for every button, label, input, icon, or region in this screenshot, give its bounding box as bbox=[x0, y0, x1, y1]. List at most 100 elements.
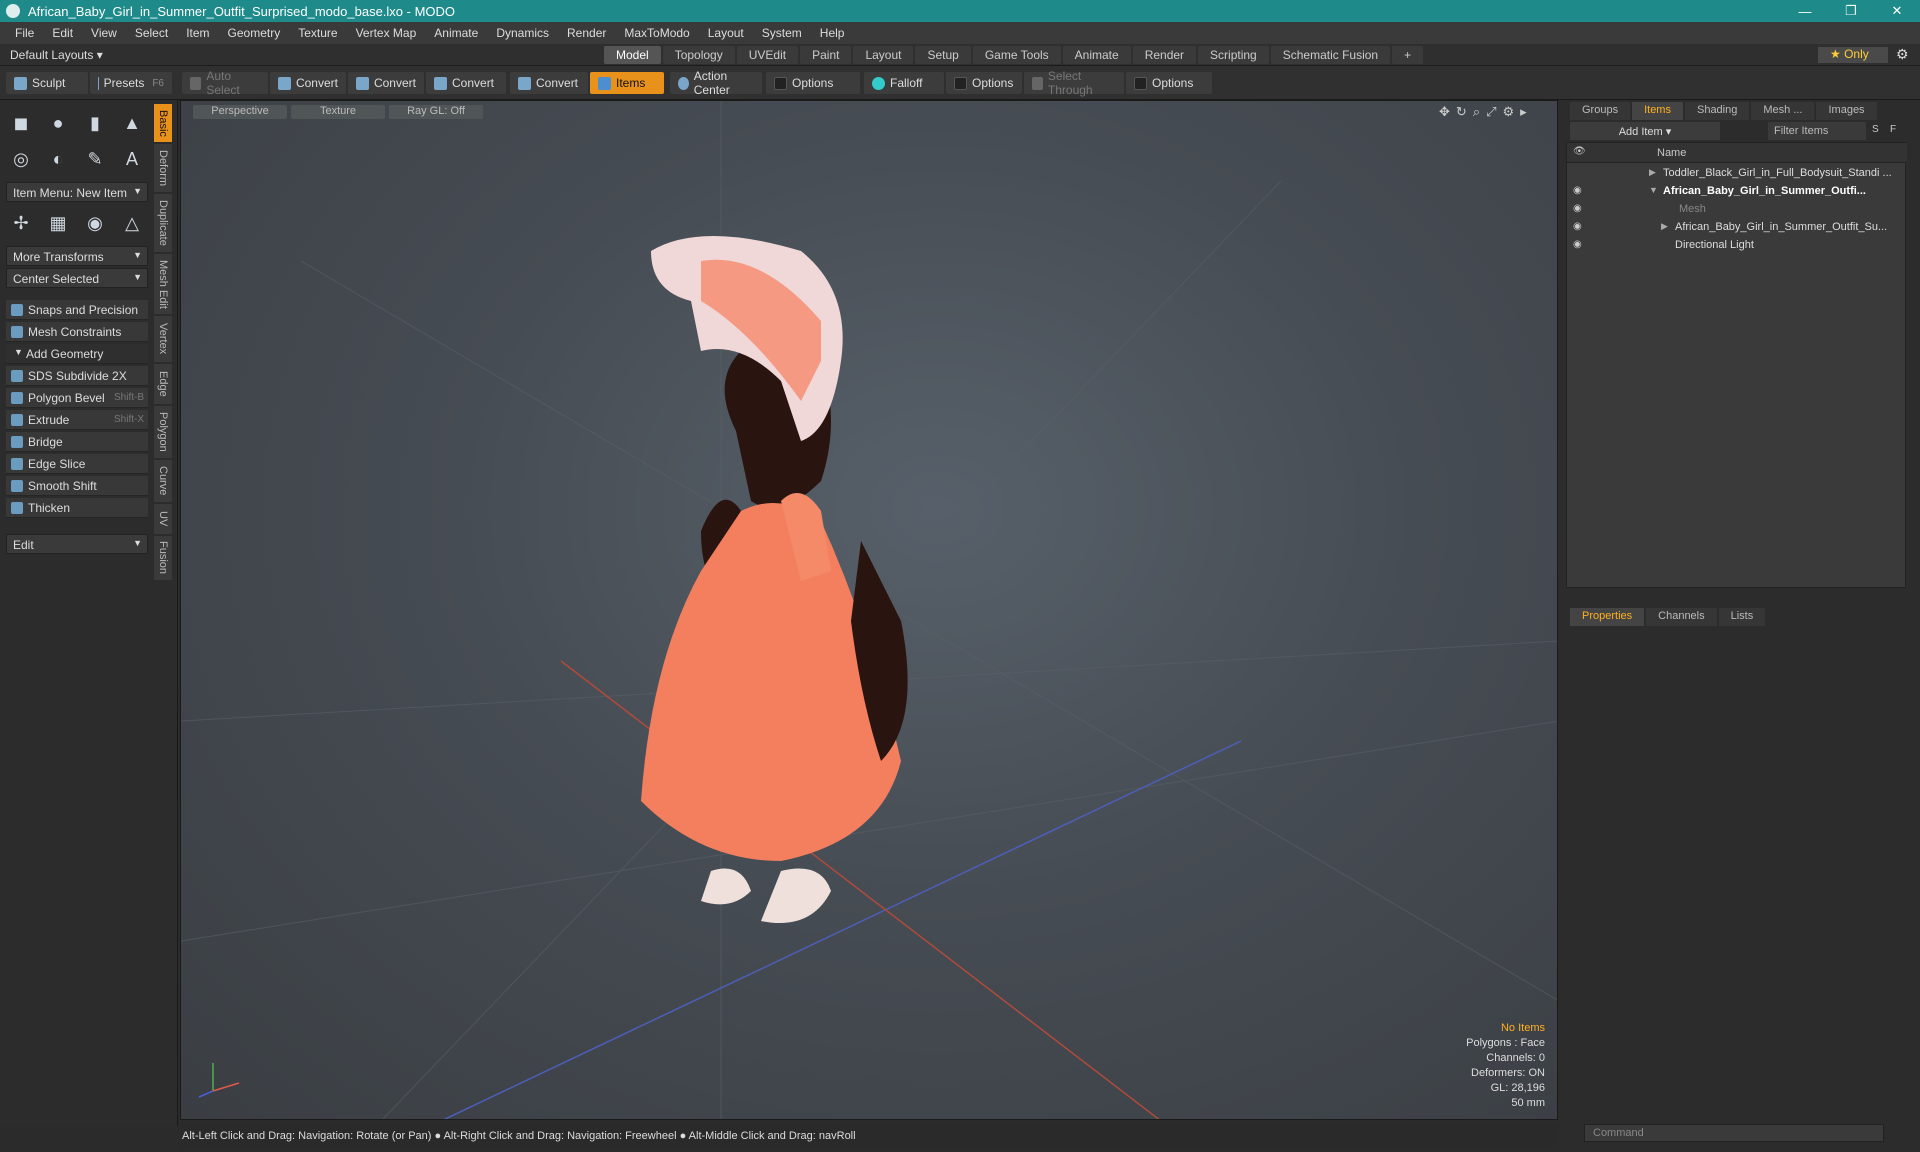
vtab-polygon[interactable]: Polygon bbox=[154, 406, 172, 458]
list-item[interactable]: ▶ Toddler_Black_Girl_in_Full_Bodysuit_St… bbox=[1567, 165, 1907, 183]
gear-icon[interactable]: ⚙ bbox=[1896, 46, 1909, 63]
tab-game-tools[interactable]: Game Tools bbox=[972, 46, 1061, 64]
convert-vertices-button[interactable]: Convert bbox=[270, 72, 346, 94]
more-transforms-dropdown[interactable]: More Transforms ▼ bbox=[6, 246, 148, 266]
grid-icon[interactable]: ▦ bbox=[43, 208, 73, 238]
select-through-button[interactable]: Select Through bbox=[1024, 69, 1124, 97]
f-button[interactable]: F bbox=[1890, 124, 1896, 135]
menu-layout[interactable]: Layout bbox=[699, 26, 753, 40]
close-button[interactable]: ✕ bbox=[1874, 0, 1920, 22]
3d-viewport[interactable]: Perspective Texture Ray GL: Off ✥↻⌕⤢⚙▸ N… bbox=[180, 100, 1558, 1120]
add-item-dropdown[interactable]: Add Item ▾ bbox=[1570, 122, 1720, 140]
tab-groups[interactable]: Groups bbox=[1570, 102, 1631, 120]
torus-icon[interactable]: ◎ bbox=[6, 144, 36, 174]
texture-button[interactable]: Texture bbox=[291, 105, 385, 119]
zoom-icon[interactable]: ⌕ bbox=[1473, 104, 1486, 119]
tab-items[interactable]: Items bbox=[1632, 102, 1683, 120]
convert-edges-button[interactable]: Convert bbox=[348, 72, 424, 94]
sculpt-button[interactable]: Sculpt bbox=[6, 72, 88, 94]
cylinder-icon[interactable]: ▮ bbox=[80, 108, 110, 138]
tab-scripting[interactable]: Scripting bbox=[1198, 46, 1269, 64]
smooth-shift-button[interactable]: Smooth Shift bbox=[6, 476, 148, 496]
list-item[interactable]: ◉ ▶ African_Baby_Girl_in_Summer_Outfit_S… bbox=[1567, 219, 1907, 237]
pen-icon[interactable]: ✎ bbox=[80, 144, 110, 174]
menu-maxtomodo[interactable]: MaxToModo bbox=[615, 26, 698, 40]
thicken-button[interactable]: Thicken bbox=[6, 498, 148, 518]
menu-file[interactable]: File bbox=[6, 26, 43, 40]
tab-images[interactable]: Images bbox=[1816, 102, 1877, 120]
add-geometry-header[interactable]: ▼ Add Geometry bbox=[6, 344, 148, 364]
tab-uvedit[interactable]: UVEdit bbox=[736, 46, 799, 64]
cube-icon[interactable]: ◼ bbox=[6, 108, 36, 138]
menu-select[interactable]: Select bbox=[126, 26, 177, 40]
menu-vertex-map[interactable]: Vertex Map bbox=[347, 26, 426, 40]
bridge-button[interactable]: Bridge bbox=[6, 432, 148, 452]
visibility-icon[interactable]: ◉ bbox=[1573, 239, 1582, 250]
vtab-fusion[interactable]: Fusion bbox=[154, 536, 172, 580]
vtab-vertex[interactable]: Vertex bbox=[154, 316, 172, 362]
menu-animate[interactable]: Animate bbox=[425, 26, 487, 40]
vtab-deform[interactable]: Deform bbox=[154, 144, 172, 192]
default-layouts-dropdown[interactable]: Default Layouts ▾ bbox=[10, 48, 103, 62]
presets-button[interactable]: Presets F6 bbox=[90, 72, 172, 94]
sds-subdivide-button[interactable]: SDS Subdivide 2X bbox=[6, 366, 148, 386]
cone-icon[interactable]: ▲ bbox=[117, 108, 147, 138]
expand-icon[interactable]: ▶ bbox=[1649, 167, 1656, 178]
move-icon[interactable]: ✥ bbox=[1439, 104, 1456, 119]
raygl-button[interactable]: Ray GL: Off bbox=[389, 105, 483, 119]
globe-icon[interactable]: ◉ bbox=[80, 208, 110, 238]
tab-lists[interactable]: Lists bbox=[1718, 608, 1766, 626]
expand-icon[interactable]: ▶ bbox=[1661, 221, 1668, 232]
menu-item[interactable]: Item bbox=[177, 26, 218, 40]
convert-polygons-button[interactable]: Convert bbox=[426, 72, 506, 94]
transform-icon[interactable]: ✢ bbox=[6, 208, 36, 238]
extrude-button[interactable]: Extrude Shift-X bbox=[6, 410, 148, 430]
filter-items-input[interactable]: Filter Items bbox=[1768, 122, 1866, 140]
menu-view[interactable]: View bbox=[82, 26, 126, 40]
visibility-icon[interactable]: ◉ bbox=[1573, 221, 1582, 232]
menu-system[interactable]: System bbox=[753, 26, 811, 40]
tube-icon[interactable]: ◐ bbox=[43, 144, 73, 174]
visibility-icon[interactable]: ◉ bbox=[1573, 203, 1582, 214]
vtab-duplicate[interactable]: Duplicate bbox=[154, 194, 172, 252]
item-menu-dropdown[interactable]: Item Menu: New Item ▼ bbox=[6, 182, 148, 202]
list-item[interactable]: ◉ Directional Light bbox=[1567, 237, 1907, 255]
tab-mesh[interactable]: Mesh ... bbox=[1751, 102, 1815, 120]
options-button[interactable]: Options bbox=[766, 72, 860, 94]
tab-model[interactable]: Model bbox=[604, 46, 661, 64]
tab-channels[interactable]: Channels bbox=[1646, 608, 1717, 626]
restore-button[interactable]: ❐ bbox=[1828, 0, 1874, 22]
command-input[interactable]: Command bbox=[1584, 1124, 1884, 1142]
mesh-constraints-button[interactable]: Mesh Constraints bbox=[6, 322, 148, 342]
select-options-button[interactable]: Options bbox=[1126, 72, 1212, 94]
pyramid-icon[interactable]: △ bbox=[117, 208, 147, 238]
menu-geometry[interactable]: Geometry bbox=[219, 26, 290, 40]
only-toggle[interactable]: ★ Only bbox=[1818, 47, 1888, 63]
tab-layout[interactable]: Layout bbox=[853, 46, 914, 64]
tab-shading[interactable]: Shading bbox=[1684, 102, 1750, 120]
minimize-button[interactable]: — bbox=[1782, 0, 1828, 22]
tab-render[interactable]: Render bbox=[1132, 46, 1197, 64]
vtab-curve[interactable]: Curve bbox=[154, 460, 172, 502]
vtab-edge[interactable]: Edge bbox=[154, 364, 172, 404]
vtab-mesh-edit[interactable]: Mesh Edit bbox=[154, 254, 172, 314]
s-button[interactable]: S bbox=[1872, 124, 1879, 135]
text-icon[interactable]: A bbox=[117, 144, 147, 174]
tab-animate[interactable]: Animate bbox=[1062, 46, 1131, 64]
tab-paint[interactable]: Paint bbox=[800, 46, 852, 64]
auto-select-button[interactable]: Auto Select bbox=[182, 69, 268, 97]
items-mode-button[interactable]: Items bbox=[590, 72, 664, 94]
tab-properties[interactable]: Properties bbox=[1570, 608, 1645, 626]
play-icon[interactable]: ▸ bbox=[1520, 104, 1533, 119]
menu-dynamics[interactable]: Dynamics bbox=[487, 26, 558, 40]
visibility-icon[interactable]: ◉ bbox=[1573, 185, 1582, 196]
menu-help[interactable]: Help bbox=[811, 26, 854, 40]
polygon-bevel-button[interactable]: Polygon Bevel Shift-B bbox=[6, 388, 148, 408]
falloff-button[interactable]: Falloff bbox=[864, 72, 944, 94]
falloff-options-button[interactable]: Options bbox=[946, 72, 1022, 94]
snaps-precision-button[interactable]: Snaps and Precision bbox=[6, 300, 148, 320]
menu-edit[interactable]: Edit bbox=[43, 26, 82, 40]
fit-icon[interactable]: ⤢ bbox=[1486, 104, 1502, 119]
vtab-basic[interactable]: Basic bbox=[154, 104, 172, 142]
vtab-uv[interactable]: UV bbox=[154, 504, 172, 534]
